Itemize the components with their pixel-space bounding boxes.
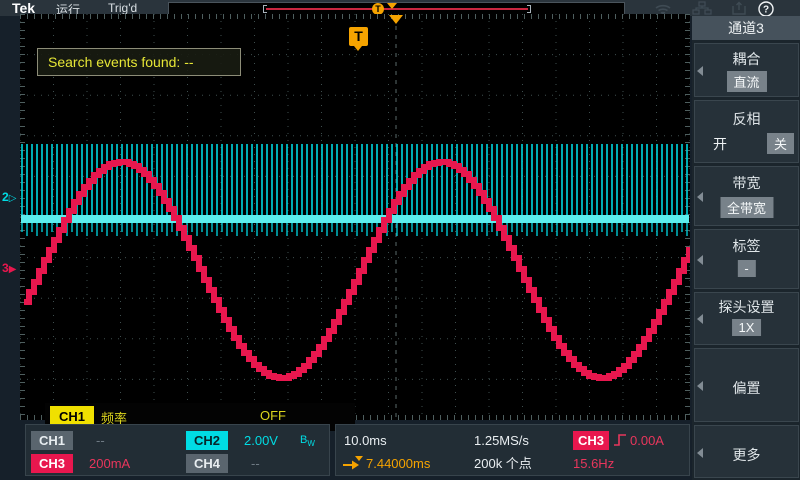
ch2-scale: 2.00V <box>244 431 278 450</box>
side-menu-title: 通道3 <box>692 16 800 40</box>
invert-label: 反相 <box>695 109 798 129</box>
more-label: 更多 <box>695 445 798 465</box>
ch1-scale: -- <box>96 431 105 450</box>
ch2-bandwidth-limit-icon: BW <box>300 431 315 453</box>
chevron-left-icon <box>697 255 703 265</box>
help-icon[interactable]: ? <box>757 1 777 15</box>
ch4-scale: -- <box>251 454 260 473</box>
chevron-left-icon <box>697 192 703 202</box>
window-right-bracket <box>527 5 531 13</box>
menu-item-coupling[interactable]: 耦合 直流 <box>694 43 799 97</box>
search-events-message: Search events found: -- <box>37 48 241 76</box>
trigger-position-marker-icon[interactable] <box>389 15 403 24</box>
menu-item-label[interactable]: 标签 - <box>694 229 799 289</box>
ch3-marker-triangle-icon: ▶ <box>9 264 17 275</box>
trigger-status: Trig'd <box>108 1 137 15</box>
menu-item-bandwidth[interactable]: 带宽 全带宽 <box>694 166 799 226</box>
ch3-scale: 200mA <box>89 454 130 473</box>
ch2-ground-marker[interactable]: 2▷ <box>2 190 22 204</box>
menu-item-more[interactable]: 更多 <box>694 425 799 478</box>
probe-setup-label: 探头设置 <box>695 297 798 317</box>
trigger-position-pointer-icon <box>387 3 397 9</box>
label-label: 标签 <box>695 236 798 256</box>
ch2-badge[interactable]: CH2 <box>186 431 228 450</box>
menu-item-invert[interactable]: 反相 开 关 <box>694 100 799 163</box>
bandwidth-label: 带宽 <box>695 173 798 193</box>
svg-text:?: ? <box>763 5 769 16</box>
ch3-badge[interactable]: CH3 <box>31 454 73 473</box>
channel-readout-panel: CH1 -- CH2 2.00V BW CH3 200mA CH4 -- <box>25 424 330 476</box>
ch3-marker-number: 3 <box>2 261 9 275</box>
side-menu-channel3: 通道3 耦合 直流 反相 开 关 带宽 全带宽 标签 - 探头设置 1X <box>692 16 800 480</box>
wifi-icon[interactable] <box>653 1 673 15</box>
ch4-badge[interactable]: CH4 <box>186 454 228 473</box>
trigger-frequency-readout: 15.6Hz <box>573 454 614 473</box>
trigger-slope-icon <box>613 432 627 453</box>
waveform-display-area[interactable]: T Search events found: -- CH1 频率 OFF <box>20 14 690 420</box>
horizontal-delay-readout[interactable]: 7.44000ms <box>366 454 430 473</box>
export-icon[interactable] <box>729 1 749 15</box>
oscilloscope-screen: Tek 运行 Trig'd T <box>0 0 800 480</box>
ch2-marker-number: 2 <box>2 190 9 204</box>
probe-setup-value[interactable]: 1X <box>732 319 762 336</box>
label-value[interactable]: - <box>737 260 755 277</box>
trigger-source-badge[interactable]: CH3 <box>573 431 609 450</box>
invert-on-option[interactable]: 开 <box>713 134 727 154</box>
acquisition-window-line <box>266 8 528 10</box>
invert-off-option[interactable]: 关 <box>767 133 794 154</box>
trigger-level-readout[interactable]: 0.00A <box>630 431 664 450</box>
network-icon[interactable] <box>692 1 712 15</box>
menu-item-probe-setup[interactable]: 探头设置 1X <box>694 292 799 345</box>
trigger-source-badge[interactable]: T <box>349 27 368 46</box>
menu-item-offset[interactable]: 偏置 <box>694 348 799 422</box>
coupling-value[interactable]: 直流 <box>726 71 766 92</box>
ch1-badge[interactable]: CH1 <box>31 431 73 450</box>
window-left-bracket <box>263 5 267 13</box>
coupling-label: 耦合 <box>695 49 798 69</box>
delay-arrow-icon <box>342 455 366 476</box>
ch3-ground-marker[interactable]: 3▶ <box>2 261 22 275</box>
sample-rate-readout: 1.25MS/s <box>474 431 529 450</box>
ch2-marker-triangle-icon: ▷ <box>9 193 17 204</box>
record-length-readout: 200k 个点 <box>474 454 532 473</box>
measurement-value: OFF <box>260 408 286 423</box>
bandwidth-value[interactable]: 全带宽 <box>720 197 773 218</box>
timebase-readout[interactable]: 10.0ms <box>344 431 387 450</box>
timebase-trigger-panel: 10.0ms 1.25MS/s CH3 0.00A 7.44000ms 200k… <box>335 424 690 476</box>
offset-label: 偏置 <box>695 378 798 398</box>
